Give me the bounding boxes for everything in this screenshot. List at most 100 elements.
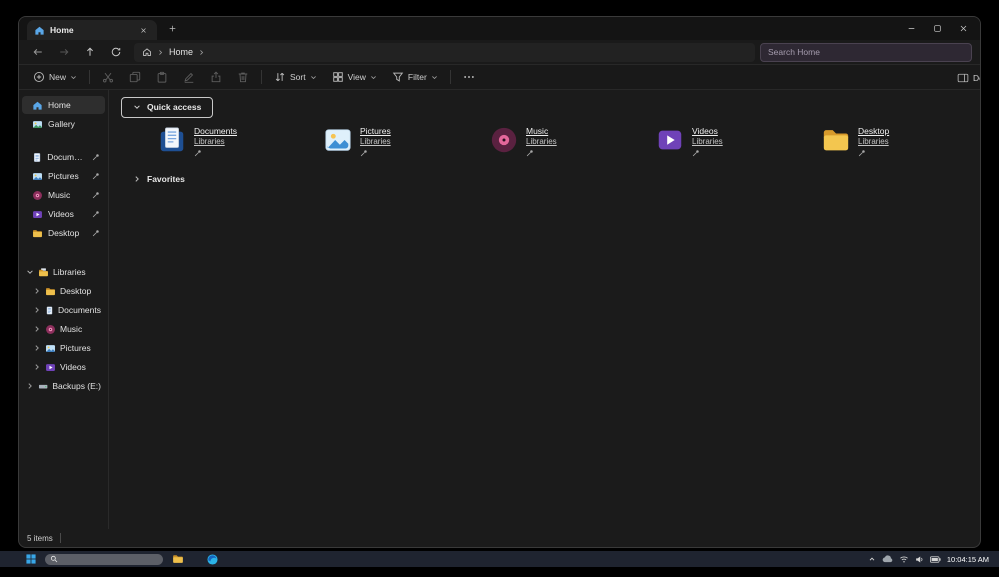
volume-icon[interactable] [915,555,924,564]
search-input[interactable] [768,47,964,57]
tile-desktop[interactable]: Desktop Libraries [821,125,980,157]
sort-button[interactable]: Sort [268,67,323,87]
chevron-right-icon [133,175,141,183]
forward-button[interactable] [51,42,77,62]
taskbar-explorer-button[interactable] [172,553,184,565]
up-button[interactable] [77,42,103,62]
tile-text: Documents Libraries [194,125,237,157]
tab-title: Home [50,25,74,35]
tile-name-link[interactable]: Videos [692,126,723,136]
app-icon [207,553,218,565]
tile-text: Videos Libraries [692,125,723,157]
sidebar-tree-item-videos[interactable]: Videos [22,358,105,376]
quick-access-toggle[interactable]: Quick access [121,96,214,118]
cut-button[interactable] [96,67,120,87]
quick-access-label: Quick access [147,102,202,112]
tray-chevron-up-icon[interactable] [868,555,876,563]
tile-location-link[interactable]: Libraries [692,137,723,146]
sidebar-tree-item-desktop[interactable]: Desktop [22,282,105,300]
picture-icon [46,344,55,352]
sidebar-item-gallery[interactable]: Gallery [22,115,105,133]
tile-location-link[interactable]: Libraries [858,137,889,146]
sidebar-item-pictures[interactable]: Pictures [22,167,105,185]
copy-button[interactable] [123,67,147,87]
tile-name-link[interactable]: Desktop [858,126,889,136]
sidebar-item-label: Desktop [48,228,80,238]
tile-location-link[interactable]: Libraries [194,137,237,146]
breadcrumb[interactable]: Home [134,42,755,62]
delete-button[interactable] [231,67,255,87]
new-tab-button[interactable] [163,20,181,38]
tile-location-link[interactable]: Libraries [360,137,391,146]
tile-name-link[interactable]: Pictures [360,126,391,136]
sidebar-item-label: Gallery [48,119,75,129]
pin-icon [360,149,391,157]
sidebar-tree-item-documents[interactable]: Documents [22,301,105,319]
filter-button-label: Filter [407,72,427,82]
new-button[interactable]: New [27,67,83,87]
share-button[interactable] [204,67,228,87]
chevron-right-icon[interactable] [33,306,41,314]
sidebar-item-documents[interactable]: Documents [22,148,105,166]
sidebar-item-label: Videos [48,209,74,219]
chevron-down-icon[interactable] [26,268,34,276]
sidebar-item-label: Backups (E:) [52,381,101,391]
battery-icon[interactable] [929,555,941,563]
chevron-right-icon[interactable] [33,344,41,352]
sidebar-tree-item-backups[interactable]: Backups (E:) [22,377,105,395]
cloud-icon[interactable] [882,555,893,563]
tab-home[interactable]: Home [27,20,157,40]
breadcrumb-chevron-icon[interactable] [198,49,205,56]
toolbar-divider [449,70,451,84]
more-button[interactable] [457,67,481,87]
tab-bar: Home [19,17,980,40]
sidebar-tree-item-libraries[interactable]: Libraries [22,263,105,281]
view-button[interactable]: View [326,67,383,87]
chevron-right-icon[interactable] [33,287,41,295]
close-button[interactable] [950,19,976,39]
sidebar-item-videos[interactable]: Videos [22,205,105,223]
sidebar-item-music[interactable]: Music [22,186,105,204]
details-button[interactable]: Details [957,68,980,88]
breadcrumb-item-home[interactable]: Home [169,47,193,57]
sidebar-item-label: Documents [58,305,101,315]
filter-button[interactable]: Filter [386,67,444,87]
sidebar-item-home[interactable]: Home [22,96,105,114]
taskbar-left [26,553,218,565]
chevron-right-icon[interactable] [26,382,34,390]
tile-videos[interactable]: Videos Libraries [655,125,821,157]
tile-location-link[interactable]: Libraries [526,137,557,146]
taskbar-app-button[interactable] [207,553,218,565]
pictures-library-icon [323,125,353,155]
details-panel-icon [957,73,969,83]
tab-close-button[interactable] [136,23,150,37]
toolbar-divider [261,70,263,84]
sidebar-item-label: Libraries [53,267,86,277]
tile-music[interactable]: Music Libraries [489,125,655,157]
sidebar-item-desktop[interactable]: Desktop [22,224,105,242]
sidebar-tree-item-pictures[interactable]: Pictures [22,339,105,357]
paste-button[interactable] [150,67,174,87]
tile-name-link[interactable]: Documents [194,126,237,136]
back-button[interactable] [25,42,51,62]
maximize-button[interactable] [924,19,950,39]
rename-button[interactable] [177,67,201,87]
tile-name-link[interactable]: Music [526,126,557,136]
chevron-right-icon[interactable] [33,325,41,333]
sidebar-tree-item-music[interactable]: Music [22,320,105,338]
start-button[interactable] [26,554,36,564]
document-icon [34,152,41,162]
taskbar-search[interactable] [45,553,163,565]
search-box[interactable] [760,42,972,62]
favorites-header[interactable]: Favorites [121,169,980,189]
tile-pictures[interactable]: Pictures Libraries [323,125,489,157]
wifi-icon[interactable] [899,555,909,563]
chevron-right-icon[interactable] [33,363,41,371]
taskbar-clock[interactable]: 10:04:15 AM [947,555,989,564]
refresh-button[interactable] [103,42,129,62]
minimize-button[interactable] [898,19,924,39]
tile-documents[interactable]: Documents Libraries [157,125,323,157]
navigation-bar: Home [19,40,980,64]
